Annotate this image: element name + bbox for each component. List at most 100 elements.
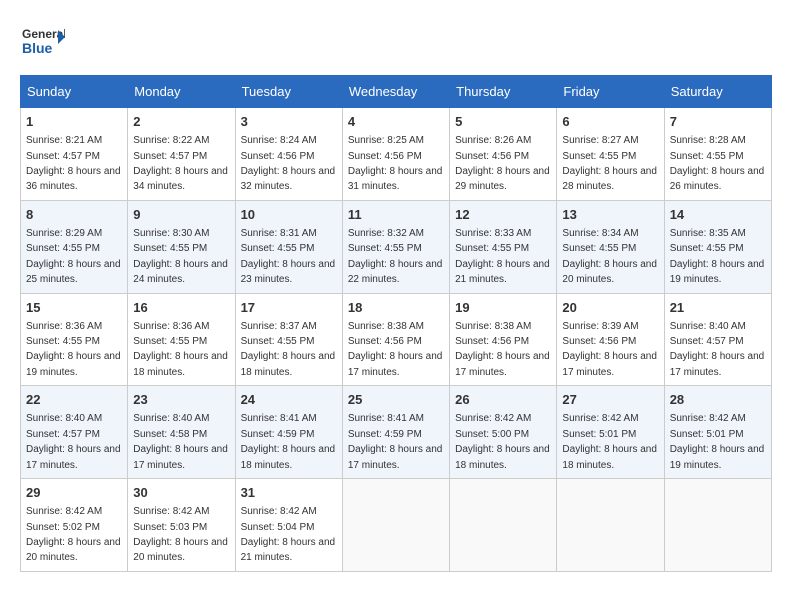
daylight-info: Daylight: 8 hours and 18 minutes.: [455, 444, 550, 470]
day-number: 17: [241, 299, 337, 317]
daylight-info: Daylight: 8 hours and 19 minutes.: [26, 351, 121, 377]
week-row-5: 29 Sunrise: 8:42 AM Sunset: 5:02 PM Dayl…: [21, 479, 772, 572]
calendar-cell: 23 Sunrise: 8:40 AM Sunset: 4:58 PM Dayl…: [128, 386, 235, 479]
calendar-cell: 17 Sunrise: 8:37 AM Sunset: 4:55 PM Dayl…: [235, 293, 342, 386]
calendar-cell: [342, 479, 449, 572]
daylight-info: Daylight: 8 hours and 36 minutes.: [26, 166, 121, 192]
day-number: 5: [455, 113, 551, 131]
calendar-cell: 16 Sunrise: 8:36 AM Sunset: 4:55 PM Dayl…: [128, 293, 235, 386]
day-number: 3: [241, 113, 337, 131]
daylight-info: Daylight: 8 hours and 17 minutes.: [562, 351, 657, 377]
daylight-info: Daylight: 8 hours and 19 minutes.: [670, 259, 765, 285]
daylight-info: Daylight: 8 hours and 32 minutes.: [241, 166, 336, 192]
week-row-3: 15 Sunrise: 8:36 AM Sunset: 4:55 PM Dayl…: [21, 293, 772, 386]
daylight-info: Daylight: 8 hours and 17 minutes.: [133, 444, 228, 470]
daylight-info: Daylight: 8 hours and 18 minutes.: [241, 444, 336, 470]
sunrise-info: Sunrise: 8:37 AM: [241, 321, 317, 332]
sunrise-info: Sunrise: 8:26 AM: [455, 135, 531, 146]
daylight-info: Daylight: 8 hours and 21 minutes.: [455, 259, 550, 285]
sunrise-info: Sunrise: 8:21 AM: [26, 135, 102, 146]
sunrise-info: Sunrise: 8:39 AM: [562, 321, 638, 332]
col-header-sunday: Sunday: [21, 76, 128, 108]
daylight-info: Daylight: 8 hours and 18 minutes.: [133, 351, 228, 377]
sunset-info: Sunset: 4:57 PM: [26, 151, 100, 162]
calendar-cell: 4 Sunrise: 8:25 AM Sunset: 4:56 PM Dayli…: [342, 108, 449, 201]
calendar-cell: [450, 479, 557, 572]
calendar-cell: 10 Sunrise: 8:31 AM Sunset: 4:55 PM Dayl…: [235, 200, 342, 293]
calendar-cell: [664, 479, 771, 572]
sunset-info: Sunset: 4:55 PM: [670, 151, 744, 162]
svg-text:Blue: Blue: [22, 40, 53, 56]
calendar-cell: 11 Sunrise: 8:32 AM Sunset: 4:55 PM Dayl…: [342, 200, 449, 293]
day-number: 4: [348, 113, 444, 131]
week-row-1: 1 Sunrise: 8:21 AM Sunset: 4:57 PM Dayli…: [21, 108, 772, 201]
sunset-info: Sunset: 4:57 PM: [26, 429, 100, 440]
sunrise-info: Sunrise: 8:30 AM: [133, 228, 209, 239]
calendar-cell: 9 Sunrise: 8:30 AM Sunset: 4:55 PM Dayli…: [128, 200, 235, 293]
sunrise-info: Sunrise: 8:40 AM: [133, 413, 209, 424]
day-number: 30: [133, 484, 229, 502]
sunset-info: Sunset: 4:55 PM: [241, 336, 315, 347]
logo: General Blue: [20, 20, 65, 65]
sunrise-info: Sunrise: 8:35 AM: [670, 228, 746, 239]
sunset-info: Sunset: 5:01 PM: [670, 429, 744, 440]
sunset-info: Sunset: 4:55 PM: [670, 243, 744, 254]
sunrise-info: Sunrise: 8:34 AM: [562, 228, 638, 239]
daylight-info: Daylight: 8 hours and 29 minutes.: [455, 166, 550, 192]
col-header-wednesday: Wednesday: [342, 76, 449, 108]
sunrise-info: Sunrise: 8:38 AM: [455, 321, 531, 332]
calendar-cell: 26 Sunrise: 8:42 AM Sunset: 5:00 PM Dayl…: [450, 386, 557, 479]
day-number: 9: [133, 206, 229, 224]
logo-svg: General Blue: [20, 20, 65, 65]
day-number: 12: [455, 206, 551, 224]
calendar-cell: 20 Sunrise: 8:39 AM Sunset: 4:56 PM Dayl…: [557, 293, 664, 386]
sunrise-info: Sunrise: 8:25 AM: [348, 135, 424, 146]
day-number: 1: [26, 113, 122, 131]
sunset-info: Sunset: 4:56 PM: [455, 151, 529, 162]
calendar-cell: 30 Sunrise: 8:42 AM Sunset: 5:03 PM Dayl…: [128, 479, 235, 572]
sunset-info: Sunset: 4:56 PM: [241, 151, 315, 162]
col-header-friday: Friday: [557, 76, 664, 108]
sunset-info: Sunset: 5:02 PM: [26, 522, 100, 533]
day-number: 13: [562, 206, 658, 224]
day-number: 21: [670, 299, 766, 317]
calendar-cell: 27 Sunrise: 8:42 AM Sunset: 5:01 PM Dayl…: [557, 386, 664, 479]
sunrise-info: Sunrise: 8:31 AM: [241, 228, 317, 239]
day-number: 28: [670, 391, 766, 409]
daylight-info: Daylight: 8 hours and 17 minutes.: [670, 351, 765, 377]
daylight-info: Daylight: 8 hours and 18 minutes.: [241, 351, 336, 377]
daylight-info: Daylight: 8 hours and 17 minutes.: [26, 444, 121, 470]
day-number: 31: [241, 484, 337, 502]
sunrise-info: Sunrise: 8:32 AM: [348, 228, 424, 239]
calendar-cell: 12 Sunrise: 8:33 AM Sunset: 4:55 PM Dayl…: [450, 200, 557, 293]
daylight-info: Daylight: 8 hours and 26 minutes.: [670, 166, 765, 192]
daylight-info: Daylight: 8 hours and 18 minutes.: [562, 444, 657, 470]
calendar-cell: 5 Sunrise: 8:26 AM Sunset: 4:56 PM Dayli…: [450, 108, 557, 201]
sunset-info: Sunset: 5:03 PM: [133, 522, 207, 533]
sunrise-info: Sunrise: 8:22 AM: [133, 135, 209, 146]
sunrise-info: Sunrise: 8:29 AM: [26, 228, 102, 239]
calendar-cell: 18 Sunrise: 8:38 AM Sunset: 4:56 PM Dayl…: [342, 293, 449, 386]
col-header-saturday: Saturday: [664, 76, 771, 108]
calendar-cell: 31 Sunrise: 8:42 AM Sunset: 5:04 PM Dayl…: [235, 479, 342, 572]
calendar-cell: 13 Sunrise: 8:34 AM Sunset: 4:55 PM Dayl…: [557, 200, 664, 293]
day-number: 29: [26, 484, 122, 502]
calendar-cell: 29 Sunrise: 8:42 AM Sunset: 5:02 PM Dayl…: [21, 479, 128, 572]
sunset-info: Sunset: 4:55 PM: [562, 243, 636, 254]
sunrise-info: Sunrise: 8:42 AM: [670, 413, 746, 424]
sunset-info: Sunset: 4:56 PM: [348, 336, 422, 347]
sunrise-info: Sunrise: 8:42 AM: [562, 413, 638, 424]
sunrise-info: Sunrise: 8:40 AM: [26, 413, 102, 424]
sunset-info: Sunset: 4:55 PM: [562, 151, 636, 162]
calendar-cell: 28 Sunrise: 8:42 AM Sunset: 5:01 PM Dayl…: [664, 386, 771, 479]
sunrise-info: Sunrise: 8:33 AM: [455, 228, 531, 239]
calendar-cell: 21 Sunrise: 8:40 AM Sunset: 4:57 PM Dayl…: [664, 293, 771, 386]
page-header: General Blue: [20, 20, 772, 65]
daylight-info: Daylight: 8 hours and 25 minutes.: [26, 259, 121, 285]
daylight-info: Daylight: 8 hours and 21 minutes.: [241, 537, 336, 563]
sunset-info: Sunset: 4:55 PM: [348, 243, 422, 254]
day-number: 23: [133, 391, 229, 409]
sunrise-info: Sunrise: 8:36 AM: [133, 321, 209, 332]
daylight-info: Daylight: 8 hours and 22 minutes.: [348, 259, 443, 285]
calendar-cell: 3 Sunrise: 8:24 AM Sunset: 4:56 PM Dayli…: [235, 108, 342, 201]
